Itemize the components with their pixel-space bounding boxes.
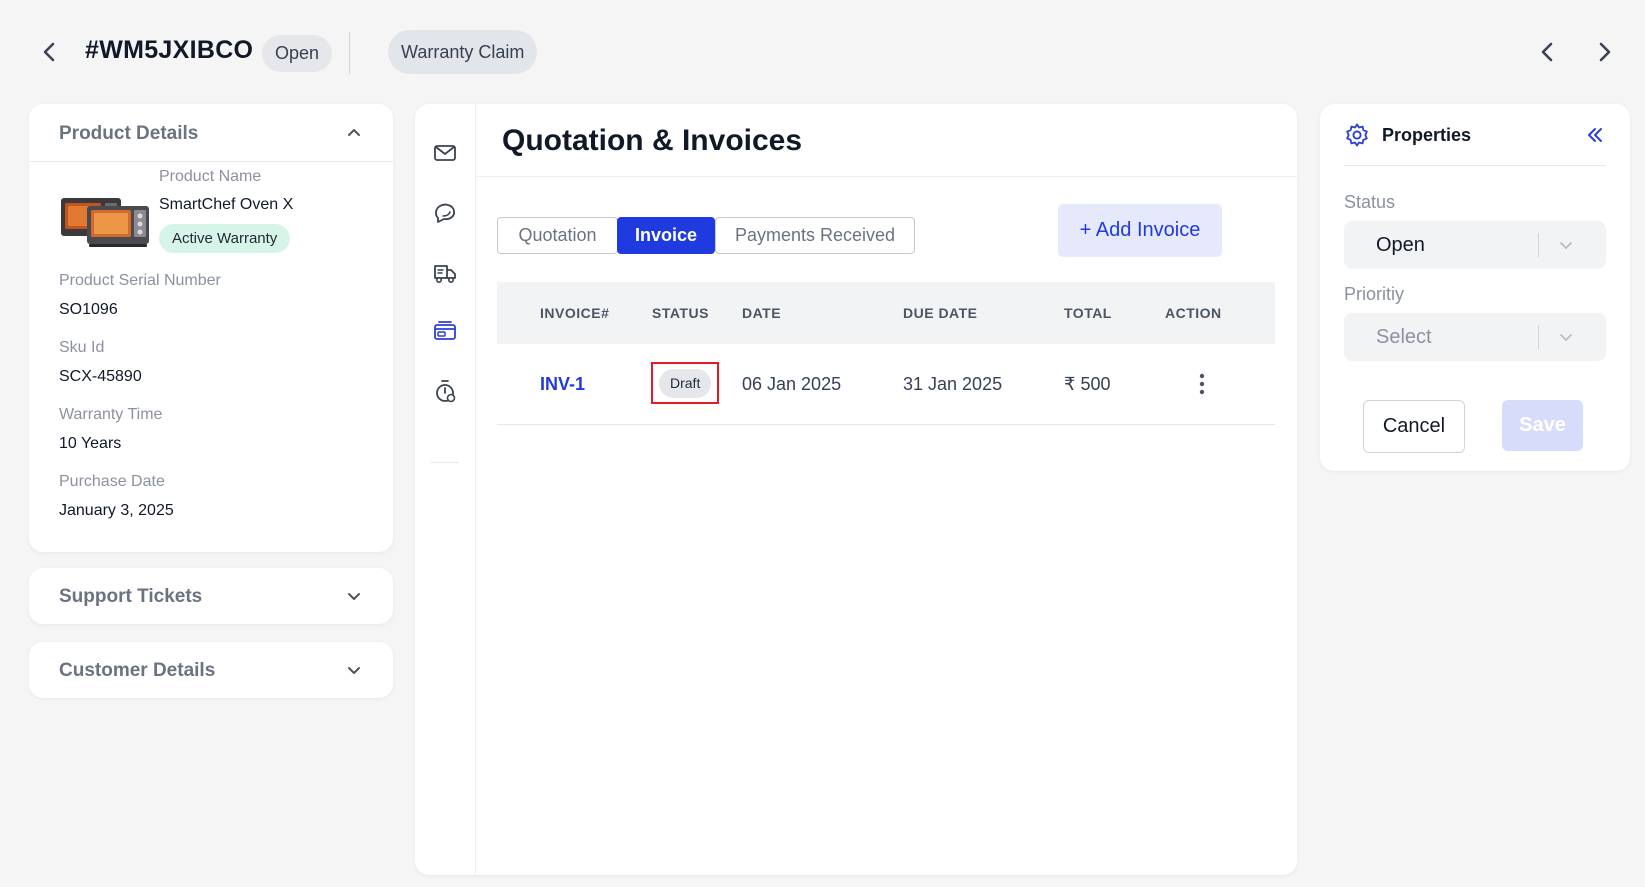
invoice-due-date: 31 Jan 2025 [903,374,1003,394]
chevron-down-icon[interactable] [345,661,363,679]
tab-invoice[interactable]: Invoice [617,217,715,254]
priority-select[interactable]: Select [1344,313,1606,361]
product-details-header[interactable]: Product Details [29,104,393,162]
invoice-total: ₹ 500 [1064,374,1111,394]
table-row[interactable]: INV-1 Draft 06 Jan 2025 31 Jan 2025 ₹ 50… [497,344,1275,425]
column-header-due-date: DUE DATE [903,305,978,321]
ticket-status-badge: Open [262,35,333,72]
product-details-title: Product Details [59,123,199,144]
delivery-truck-icon[interactable] [432,260,458,286]
select-divider [1538,233,1539,257]
cancel-button[interactable]: Cancel [1363,400,1465,453]
add-invoice-button[interactable]: + Add Invoice [1058,204,1222,257]
product-details-card: Product Details Product Name SmartChef O… [29,104,393,552]
status-select-value: Open [1376,234,1425,256]
tab-quotation[interactable]: Quotation [497,217,618,254]
serial-number: SO1096 [59,301,118,318]
chevron-left-icon [43,42,55,62]
product-name: SmartChef Oven X [159,196,294,213]
quotation-invoices-panel: Quotation & Invoices Quotation Invoice P… [415,104,1297,875]
header-divider [349,32,350,74]
previous-ticket-button[interactable] [1536,38,1560,66]
product-name-label: Product Name [159,168,262,185]
activity-rail [415,104,476,875]
warranty-status-badge: Active Warranty [159,224,291,253]
properties-panel: Properties Status Open Prioritiy Select … [1320,104,1630,471]
warranty-time-label: Warranty Time [59,406,163,423]
panel-header-divider [476,176,1297,177]
column-header-invoice: INVOICE# [540,305,610,321]
column-header-date: DATE [742,305,782,321]
chevron-down-icon [1556,235,1576,255]
chevron-right-icon [1599,42,1611,62]
customer-details-title: Customer Details [59,660,216,681]
status-label: Status [1344,192,1396,212]
purchase-date-label: Purchase Date [59,473,165,490]
support-tickets-card[interactable]: Support Tickets [29,568,393,624]
properties-divider [1344,165,1606,166]
chevron-up-icon[interactable] [345,124,363,142]
sku-label: Sku Id [59,339,105,356]
back-button[interactable] [38,38,62,66]
more-actions-icon[interactable] [1197,372,1207,396]
sku-id: SCX-45890 [59,368,142,385]
support-tickets-title: Support Tickets [59,586,203,607]
column-header-status: STATUS [652,305,709,321]
save-button[interactable]: Save [1502,400,1583,451]
serial-number-label: Product Serial Number [59,272,221,289]
status-badge: Draft [659,369,712,398]
warranty-time: 10 Years [59,435,122,452]
column-header-total: TOTAL [1064,305,1112,321]
tab-payments-received[interactable]: Payments Received [715,217,915,254]
column-header-action: ACTION [1165,305,1222,321]
invoice-date: 06 Jan 2025 [742,374,842,394]
collapse-panel-icon[interactable] [1584,124,1606,146]
gear-icon [1344,122,1370,148]
highlighted-status-cell: Draft [651,362,719,404]
next-ticket-button[interactable] [1592,38,1616,66]
product-image [59,192,151,250]
invoice-table-header: INVOICE# STATUS DATE DUE DATE TOTAL ACTI… [497,282,1275,344]
chevron-down-icon [1556,327,1576,347]
rail-divider [431,462,459,463]
panel-title: Quotation & Invoices [502,124,803,157]
mail-icon[interactable] [432,140,458,166]
priority-select-value: Select [1376,326,1432,348]
customer-details-card[interactable]: Customer Details [29,642,393,698]
payment-card-icon[interactable] [432,318,458,344]
chevron-left-icon [1541,42,1553,62]
ticket-category-badge: Warranty Claim [388,30,538,74]
ticket-id: #WM5JXIBCO [85,36,254,64]
timer-icon[interactable] [432,378,458,404]
status-select[interactable]: Open [1344,221,1606,269]
purchase-date: January 3, 2025 [59,502,174,519]
select-divider [1538,325,1539,349]
chat-icon[interactable] [432,200,458,226]
invoice-number-link[interactable]: INV-1 [540,374,585,395]
chevron-down-icon[interactable] [345,587,363,605]
priority-label: Prioritiy [1344,284,1405,304]
properties-title: Properties [1382,125,1472,145]
